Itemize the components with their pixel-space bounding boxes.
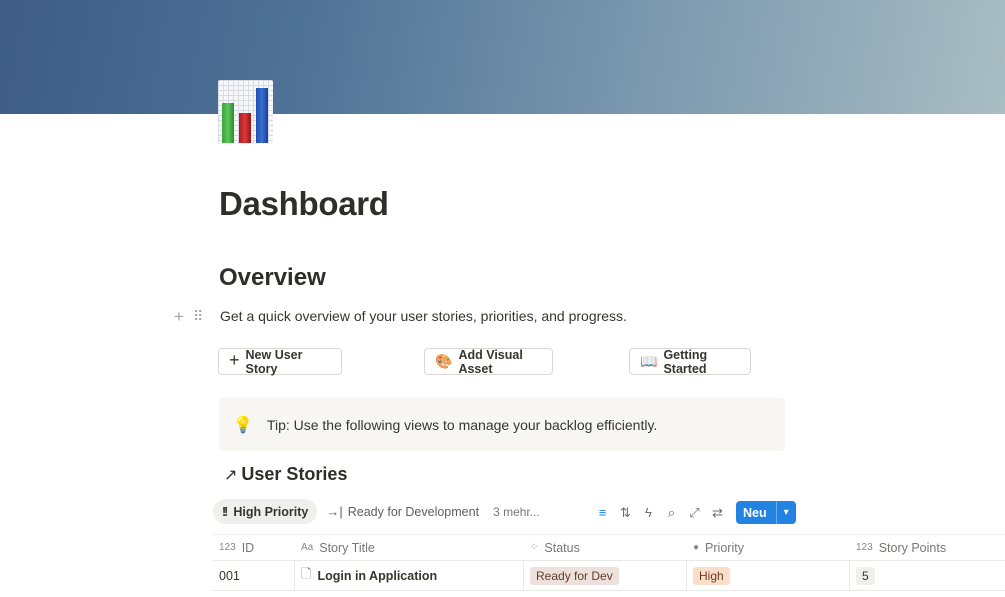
- tab-ready-for-development[interactable]: →| Ready for Development: [317, 499, 488, 524]
- add-visual-asset-button[interactable]: 🎨 Add Visual Asset: [424, 347, 553, 376]
- double-exclamation-icon: !!: [222, 504, 228, 519]
- linked-arrow-icon: ↗: [224, 466, 238, 484]
- new-button-label[interactable]: Neu: [736, 501, 776, 524]
- tab-label: Ready for Development: [347, 504, 480, 519]
- bar-chart-icon[interactable]: [218, 80, 273, 144]
- palette-icon: 🎨: [435, 353, 453, 369]
- book-icon: 📖: [640, 353, 658, 369]
- table-row[interactable]: 001 🗋 Login in Application Ready for Dev…: [213, 561, 1005, 591]
- add-block-icon[interactable]: +: [174, 307, 184, 327]
- table-header: 123 ID Aa Story Title ⁘ Status ● Priorit…: [213, 534, 1005, 561]
- page-cover[interactable]: [0, 0, 1005, 114]
- chevron-down-icon[interactable]: ▾: [775, 501, 796, 524]
- database-title[interactable]: ↗ User Stories: [224, 464, 347, 485]
- user-stories-table: 123 ID Aa Story Title ⁘ Status ● Priorit…: [213, 534, 1005, 591]
- column-priority[interactable]: ● Priority: [687, 535, 850, 560]
- cell-story-points[interactable]: 5: [850, 561, 1005, 590]
- callout-text: Tip: Use the following views to manage y…: [266, 416, 658, 433]
- chart-bar-red: [239, 113, 251, 143]
- column-id[interactable]: 123 ID: [213, 535, 295, 560]
- chart-bar-blue: [256, 88, 268, 143]
- cell-priority[interactable]: High: [687, 561, 850, 590]
- column-story-title[interactable]: Aa Story Title: [295, 535, 524, 560]
- column-label: Story Points: [878, 540, 947, 555]
- database-toolbar: ≡ ⇅ ϟ ⌕ ⤢ ⇄ Neu ▾: [591, 501, 796, 524]
- tab-label: High Priority: [233, 504, 309, 519]
- button-label: Add Visual Asset: [458, 347, 523, 376]
- tab-high-priority[interactable]: !! High Priority: [213, 499, 318, 524]
- lightning-icon[interactable]: ϟ: [637, 505, 660, 520]
- getting-started-button[interactable]: 📖 Getting Started: [629, 347, 751, 376]
- button-label: Getting Started: [663, 347, 708, 376]
- drag-handle-icon[interactable]: ⠿: [193, 308, 203, 325]
- column-story-points[interactable]: 123 Story Points: [850, 535, 1005, 560]
- database-title-label: User Stories: [241, 464, 348, 484]
- column-label: Status: [544, 540, 580, 555]
- status-badge: Ready for Dev: [530, 566, 619, 585]
- plus-icon: +: [229, 350, 240, 370]
- tip-callout[interactable]: 💡 Tip: Use the following views to manage…: [219, 398, 785, 451]
- settings-icon[interactable]: ⇄: [706, 505, 729, 521]
- view-tabs: !! High Priority →| Ready for Developmen…: [213, 499, 540, 524]
- story-points-value: 5: [856, 566, 875, 585]
- status-icon: ⁘: [530, 542, 539, 553]
- new-user-story-button[interactable]: + New User Story: [218, 347, 342, 376]
- number-icon: 123: [219, 542, 236, 553]
- expand-icon[interactable]: ⤢: [683, 505, 706, 521]
- column-label: Story Title: [319, 540, 375, 555]
- filter-icon[interactable]: ≡: [591, 505, 614, 520]
- number-icon: 123: [856, 542, 873, 553]
- priority-icon: ●: [693, 542, 700, 553]
- text-icon: Aa: [301, 542, 314, 553]
- column-label: Priority: [705, 540, 744, 555]
- page-icon: 🗋: [301, 565, 312, 581]
- cell-story-title[interactable]: 🗋 Login in Application: [295, 561, 524, 590]
- column-status[interactable]: ⁘ Status: [524, 535, 687, 560]
- chart-bar-green: [222, 103, 234, 143]
- search-icon[interactable]: ⌕: [660, 505, 683, 521]
- column-label: ID: [241, 540, 255, 555]
- sort-icon[interactable]: ⇅: [614, 505, 637, 521]
- overview-description[interactable]: Get a quick overview of your user storie…: [220, 308, 627, 324]
- page-title[interactable]: Dashboard: [219, 185, 389, 223]
- more-views-link[interactable]: 3 mehr...: [493, 505, 540, 519]
- cell-id[interactable]: 001: [213, 561, 295, 590]
- lightbulb-icon: 💡: [233, 416, 253, 434]
- cell-status[interactable]: Ready for Dev: [524, 561, 687, 590]
- overview-heading[interactable]: Overview: [219, 264, 326, 292]
- button-label: New User Story: [245, 347, 303, 376]
- story-title-text: Login in Application: [317, 568, 438, 583]
- priority-badge: High: [693, 566, 730, 585]
- arrow-right-to-bar-icon: →|: [326, 504, 343, 519]
- new-button: Neu ▾: [736, 501, 796, 524]
